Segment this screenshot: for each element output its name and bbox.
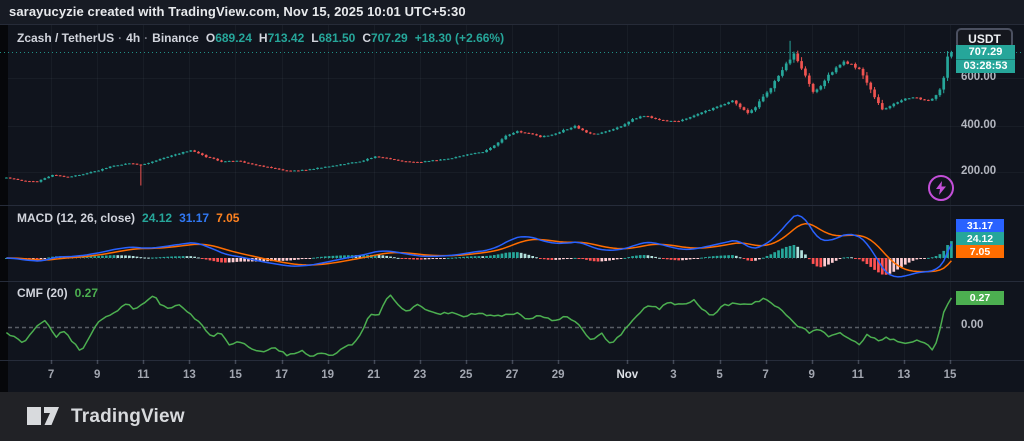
tradingview-logo-mark xyxy=(27,406,62,427)
tradingview-wordmark: TradingView xyxy=(71,406,185,428)
attribution-text: sarayucyzie created with TradingView.com… xyxy=(9,4,466,19)
chart-canvas[interactable] xyxy=(0,25,1024,392)
tradingview-footer: TradingView xyxy=(0,392,1024,441)
chart-area: Zcash / TetherUS·4h·BinanceO689.24H713.4… xyxy=(0,25,1024,392)
tradingview-logo[interactable]: TradingView xyxy=(27,406,185,428)
tradingview-snapshot: sarayucyzie created with TradingView.com… xyxy=(0,0,1024,441)
attribution-bar: sarayucyzie created with TradingView.com… xyxy=(0,0,1024,25)
